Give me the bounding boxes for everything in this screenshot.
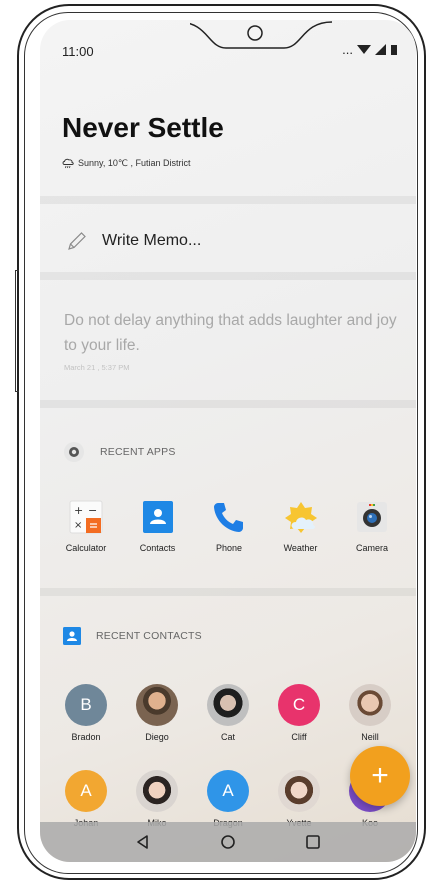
shelf-screen: 11:00 ... Never Settle Sunny, 10℃ , Futi… xyxy=(40,20,416,862)
divider xyxy=(40,400,416,408)
contact-item[interactable]: Cat xyxy=(200,684,256,742)
signal-icon xyxy=(375,44,386,55)
contact-name: Neill xyxy=(361,732,379,742)
recent-contacts-row-2: A Johan Miko A Dragon Yvette Koo xyxy=(58,770,398,828)
status-more-dots: ... xyxy=(342,42,353,57)
app-label: Phone xyxy=(215,543,243,553)
avatar: A xyxy=(207,770,249,812)
status-time: 11:00 xyxy=(62,44,94,59)
page-title: Never Settle xyxy=(62,112,224,143)
memo-timestamp: March 21 , 5:37 PM xyxy=(64,363,130,372)
app-label: Camera xyxy=(355,543,388,553)
write-memo-label: Write Memo... xyxy=(102,232,202,249)
cloud-rain-icon xyxy=(62,158,74,169)
weather-icon xyxy=(284,502,317,533)
svg-text:+: + xyxy=(74,504,83,517)
recent-apps-header: RECENT APPS xyxy=(62,440,176,464)
app-calculator[interactable]: + − × Calculator xyxy=(54,500,118,553)
write-memo-button[interactable]: Write Memo... xyxy=(66,230,201,252)
avatar-photo xyxy=(136,684,178,726)
contact-item[interactable]: Miko xyxy=(129,770,185,828)
weather-line[interactable]: Sunny, 10℃ , Futian District xyxy=(62,158,190,169)
recent-contacts-row-1: B Bradon Diego Cat C Cliff Neill xyxy=(58,684,398,742)
app-phone[interactable]: Phone xyxy=(197,500,261,553)
contact-name: Bradon xyxy=(71,732,101,742)
contact-name: Cat xyxy=(220,732,235,742)
calculator-icon: + − × xyxy=(69,500,103,534)
divider xyxy=(40,272,416,280)
contact-name: Cliff xyxy=(291,732,307,742)
recent-contacts-header: RECENT CONTACTS xyxy=(62,626,202,646)
divider xyxy=(40,588,416,596)
divider xyxy=(40,196,416,204)
svg-text:−: − xyxy=(88,504,97,517)
contact-item[interactable]: A Dragon xyxy=(200,770,256,828)
memo-quote[interactable]: Do not delay anything that adds laughter… xyxy=(64,308,400,358)
contact-item[interactable]: B Bradon xyxy=(58,684,114,742)
plus-icon: + xyxy=(371,759,389,792)
recent-contacts-heading: RECENT CONTACTS xyxy=(96,630,202,642)
recent-apps-heading: RECENT APPS xyxy=(100,446,176,458)
weather-text: Sunny, 10℃ , Futian District xyxy=(78,158,191,168)
navigation-bar xyxy=(40,822,416,862)
phone-side-button xyxy=(15,270,19,392)
contact-item[interactable]: C Cliff xyxy=(271,684,327,742)
avatar-photo xyxy=(349,684,391,726)
wifi-icon xyxy=(357,45,371,54)
recents-icon[interactable] xyxy=(305,834,321,850)
phone-icon xyxy=(214,503,243,532)
avatar: C xyxy=(278,684,320,726)
avatar-photo xyxy=(278,770,320,812)
battery-icon xyxy=(391,45,397,55)
home-icon[interactable] xyxy=(220,834,236,850)
avatar-photo xyxy=(207,684,249,726)
avatar-photo xyxy=(136,770,178,812)
app-weather[interactable]: Weather xyxy=(269,500,333,553)
add-fab-button[interactable]: + xyxy=(350,746,410,806)
recent-apps-list: + − × Calculator Contacts Phone Weather … xyxy=(54,500,404,553)
contact-item[interactable]: Diego xyxy=(129,684,185,742)
app-label: Weather xyxy=(283,543,318,553)
avatar: B xyxy=(65,684,107,726)
contact-name: Diego xyxy=(145,732,169,742)
pencil-icon xyxy=(68,232,86,250)
back-icon[interactable] xyxy=(135,834,151,850)
app-label: Calculator xyxy=(65,543,107,553)
status-icons: ... xyxy=(342,42,398,57)
camera-icon xyxy=(357,502,387,532)
contacts-icon xyxy=(142,501,173,533)
svg-text:×: × xyxy=(74,520,82,531)
contact-item[interactable]: A Johan xyxy=(58,770,114,828)
avatar: A xyxy=(65,770,107,812)
app-contacts[interactable]: Contacts xyxy=(126,500,190,553)
recent-contacts-icon xyxy=(63,627,81,645)
app-camera[interactable]: Camera xyxy=(340,500,404,553)
contact-item[interactable]: Yvette xyxy=(271,770,327,828)
contact-item[interactable]: Neill xyxy=(342,684,398,742)
recent-apps-gear-icon xyxy=(64,442,84,462)
app-label: Contacts xyxy=(139,543,176,553)
